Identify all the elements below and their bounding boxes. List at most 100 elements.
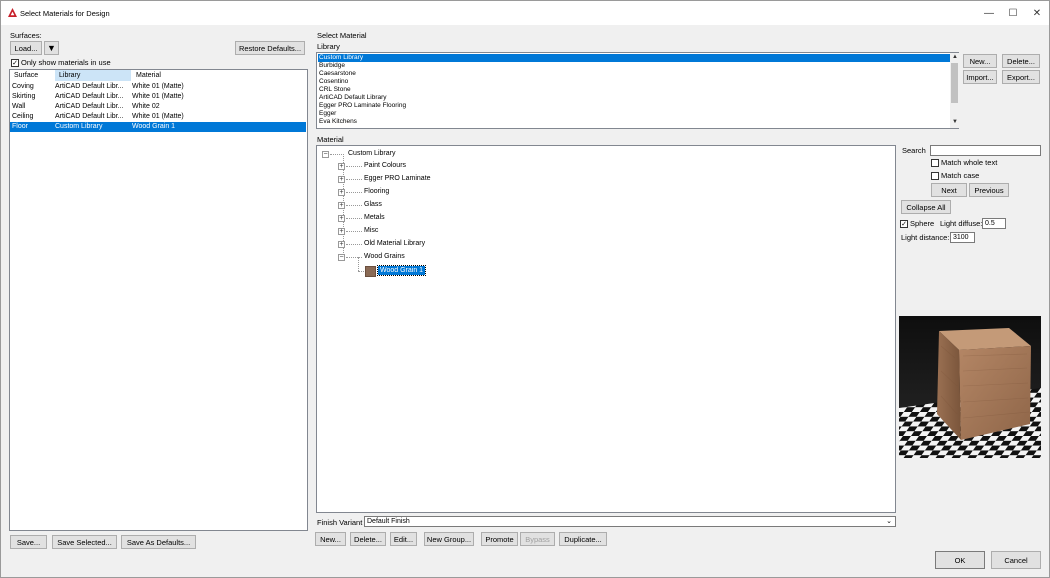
load-button[interactable]: Load... [10,41,42,55]
tree-connector [346,205,362,206]
cell-library: ArtiCAD Default Libr... [55,83,124,90]
library-new-button[interactable]: New... [963,54,997,68]
tree-connector [346,166,362,167]
library-scrollbar[interactable]: ▲ ▼ [950,53,959,128]
only-show-in-use-checkbox[interactable]: ✓ [11,59,19,67]
collapse-all-button[interactable]: Collapse All [901,200,951,214]
cancel-button[interactable]: Cancel [991,551,1041,569]
light-distance-label: Light distance: [901,233,950,242]
library-delete-button[interactable]: Delete... [1002,54,1040,68]
dialog-window: Select Materials for Design — ☐ ✕ Surfac… [0,0,1050,578]
cell-surface: Floor [12,123,28,130]
material-new-button[interactable]: New... [315,532,346,546]
library-import-button[interactable]: Import... [963,70,997,84]
library-list[interactable]: Custom Library Burbidge Caesarstone Cose… [316,52,959,129]
expand-icon[interactable]: + [338,202,345,209]
tree-connector [346,218,362,219]
tree-group-glass[interactable]: Glass [364,201,382,208]
tree-connector [330,154,344,155]
tree-root-custom-library[interactable]: Custom Library [348,150,395,157]
tree-item-wood-grain-1-selected[interactable]: Wood Grain 1 [376,265,427,276]
collapse-icon[interactable]: − [322,151,329,158]
tree-group-old-material-library[interactable]: Old Material Library [364,240,425,247]
light-distance-input[interactable]: 3100 [950,232,975,243]
surfaces-label: Surfaces: [10,31,42,40]
match-whole-text-checkbox[interactable] [931,159,939,167]
match-case-checkbox[interactable] [931,172,939,180]
close-button[interactable]: ✕ [1023,3,1050,23]
search-input[interactable] [930,145,1041,156]
tree-group-paint-colours[interactable]: Paint Colours [364,162,406,169]
tree-connector [346,257,362,258]
tree-connector [358,271,364,272]
scroll-thumb[interactable] [951,63,958,103]
library-list-item[interactable]: Egger PRO Laminate Flooring [318,102,406,110]
save-button[interactable]: Save... [10,535,47,549]
expand-icon[interactable]: + [338,189,345,196]
column-header-material[interactable]: Material [132,70,212,81]
library-list-item-selected[interactable]: Custom Library [318,54,950,62]
only-show-in-use-label: Only show materials in use [21,58,111,67]
material-new-group-button[interactable]: New Group... [424,532,474,546]
library-list-item[interactable]: CRL Stone [318,86,351,94]
sphere-label: Sphere [910,219,935,228]
tree-group-egger-pro-laminate[interactable]: Egger PRO Laminate [364,175,431,182]
sphere-checkbox[interactable]: ✓ [900,220,908,228]
column-header-library[interactable]: Library [55,70,131,81]
library-list-item[interactable]: ArtiCAD Default Library [318,94,387,102]
material-preview-render [899,316,1041,458]
tree-connector [346,179,362,180]
search-label: Search [902,146,926,155]
finish-variant-label: Finish Variant [317,518,363,527]
restore-defaults-button[interactable]: Restore Defaults... [235,41,305,55]
library-label: Library [317,42,340,51]
save-as-defaults-button[interactable]: Save As Defaults... [121,535,196,549]
table-row[interactable]: Coving ArtiCAD Default Libr... White 01 … [10,82,306,92]
material-duplicate-button[interactable]: Duplicate... [559,532,607,546]
next-button[interactable]: Next [931,183,967,197]
previous-button[interactable]: Previous [969,183,1009,197]
finish-variant-value: Default Finish [367,518,410,525]
library-list-item[interactable]: Burbidge [318,62,345,70]
expand-icon[interactable]: + [338,215,345,222]
scroll-down-icon[interactable]: ▼ [952,119,958,125]
library-list-item[interactable]: Caesarstone [318,70,356,78]
expand-icon[interactable]: + [338,228,345,235]
library-list-item[interactable]: Cosentino [318,78,348,86]
tree-group-flooring[interactable]: Flooring [364,188,389,195]
cell-surface: Wall [12,103,26,110]
tree-group-wood-grains[interactable]: Wood Grains [364,253,405,260]
match-case-label: Match case [941,171,980,180]
cell-material: White 02 [132,103,160,110]
table-row[interactable]: Skirting ArtiCAD Default Libr... White 0… [10,92,306,102]
window-title: Select Materials for Design [20,9,110,18]
library-list-item[interactable]: Eva Kitchens [318,118,357,126]
save-selected-button[interactable]: Save Selected... [52,535,117,549]
load-dropdown-button[interactable]: ▼ [44,41,59,55]
expand-icon[interactable]: + [338,241,345,248]
tree-group-metals[interactable]: Metals [364,214,385,221]
cell-surface: Ceiling [12,113,34,120]
tree-group-misc[interactable]: Misc [364,227,378,234]
light-diffuse-input[interactable]: 0.5 [982,218,1006,229]
material-tree[interactable]: − Custom Library + Paint Colours + Egger… [316,145,896,513]
cell-material: White 01 (Matte) [132,93,184,100]
table-row[interactable]: Ceiling ArtiCAD Default Libr... White 01… [10,112,306,122]
surfaces-table: Surface Library Material Coving ArtiCAD … [9,69,308,531]
finish-variant-select[interactable]: Default Finish ⌄ [364,516,896,527]
material-delete-button[interactable]: Delete... [350,532,386,546]
scroll-up-icon[interactable]: ▲ [952,54,958,60]
ok-button[interactable]: OK [935,551,985,569]
column-header-surface[interactable]: Surface [10,70,54,81]
table-row-selected[interactable]: Floor Custom Library Wood Grain 1 [10,122,306,132]
library-list-item[interactable]: Egger [318,110,336,118]
material-edit-button[interactable]: Edit... [390,532,417,546]
collapse-icon[interactable]: − [338,254,345,261]
library-export-button[interactable]: Export... [1002,70,1040,84]
table-row[interactable]: Wall ArtiCAD Default Libr... White 02 [10,102,306,112]
promote-button[interactable]: Promote [481,532,518,546]
expand-icon[interactable]: + [338,163,345,170]
expand-icon[interactable]: + [338,176,345,183]
chevron-down-icon: ⌄ [886,518,892,525]
tree-connector [358,257,359,271]
